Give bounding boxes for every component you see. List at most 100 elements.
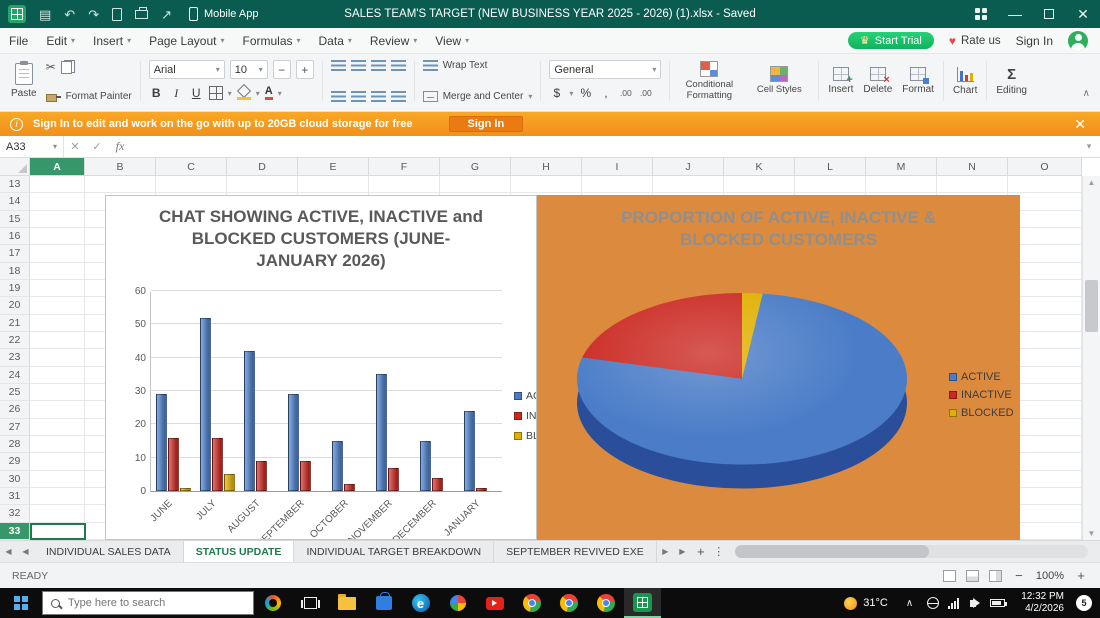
decrease-decimal-button[interactable]: .00 (638, 84, 653, 102)
confirm-entry-icon[interactable]: ✓ (86, 140, 108, 153)
maximize-button[interactable] (1032, 0, 1066, 28)
horizontal-scrollbar[interactable] (735, 545, 1088, 558)
row-header-25[interactable]: 25 (0, 384, 29, 401)
page-layout-view-icon[interactable] (966, 570, 979, 582)
row-header-22[interactable]: 22 (0, 332, 29, 349)
bar-active-january[interactable] (464, 411, 475, 491)
column-header-M[interactable]: M (866, 158, 937, 175)
row-header-24[interactable]: 24 (0, 367, 29, 384)
delete-cells-button[interactable]: Delete (858, 59, 897, 103)
row-header-23[interactable]: 23 (0, 349, 29, 366)
tab-individual-target-breakdown[interactable]: INDIVIDUAL TARGET BREAKDOWN (294, 541, 494, 562)
minimize-button[interactable]: — (998, 0, 1032, 28)
signal-icon[interactable] (948, 598, 961, 609)
row-header-20[interactable]: 20 (0, 297, 29, 314)
cell-styles-button[interactable]: Cell Styles (744, 59, 814, 103)
menu-view[interactable]: View▾ (426, 28, 478, 53)
chrome-icon-2[interactable] (550, 588, 587, 618)
row-header-31[interactable]: 31 (0, 488, 29, 505)
name-box[interactable]: A33▾ (0, 136, 64, 157)
align-top-icon[interactable] (331, 60, 346, 71)
select-all-corner[interactable] (0, 158, 30, 175)
banner-close-icon[interactable]: ✕ (1070, 116, 1090, 133)
redo-icon[interactable]: ↷ (88, 8, 99, 21)
horizontal-scrollbar-thumb[interactable] (735, 545, 929, 558)
prev-sheet-icon[interactable]: ◀ (17, 541, 34, 562)
bar-active-september[interactable] (288, 394, 299, 491)
column-header-A[interactable]: A (30, 158, 85, 175)
row-header-30[interactable]: 30 (0, 471, 29, 488)
merge-center-button[interactable]: Merge and Center ▾ (423, 91, 533, 102)
rate-us-button[interactable]: ♥ Rate us (949, 34, 1001, 48)
bar-inactive-july[interactable] (212, 438, 223, 491)
workspace-icon[interactable] (964, 0, 998, 28)
align-right-icon[interactable] (371, 91, 386, 102)
column-header-F[interactable]: F (369, 158, 440, 175)
next-sheet-icon[interactable]: ▶ (657, 541, 674, 562)
bar-inactive-january[interactable] (476, 488, 487, 491)
start-button[interactable] (0, 588, 42, 618)
column-header-D[interactable]: D (227, 158, 298, 175)
column-header-I[interactable]: I (582, 158, 653, 175)
bar-active-july[interactable] (200, 318, 211, 491)
start-trial-button[interactable]: ♛ Start Trial (848, 32, 934, 49)
underline-button[interactable]: U (189, 84, 204, 102)
indent-icon[interactable] (391, 91, 406, 102)
scroll-down-icon[interactable]: ▼ (1083, 529, 1100, 538)
bar-blocked-july[interactable] (224, 474, 235, 491)
share-icon[interactable]: ↗ (161, 8, 172, 21)
tab-september-revived-exe[interactable]: SEPTEMBER REVIVED EXE (494, 541, 657, 562)
column-header-N[interactable]: N (937, 158, 1008, 175)
increase-font-button[interactable]: + (296, 60, 314, 79)
row-header-17[interactable]: 17 (0, 245, 29, 262)
zoom-in-icon[interactable]: + (1074, 568, 1088, 583)
row-header-32[interactable]: 32 (0, 505, 29, 522)
sign-in-link[interactable]: Sign In (1016, 34, 1053, 48)
format-cells-button[interactable]: Format (897, 59, 939, 103)
chart-button[interactable]: Chart (948, 59, 982, 103)
scroll-up-icon[interactable]: ▲ (1083, 178, 1100, 187)
menu-review[interactable]: Review▾ (361, 28, 426, 53)
tray-expand-icon[interactable]: ∧ (898, 598, 921, 609)
column-header-B[interactable]: B (85, 158, 156, 175)
row-header-16[interactable]: 16 (0, 228, 29, 245)
page-break-view-icon[interactable] (989, 570, 1002, 582)
row-header-27[interactable]: 27 (0, 419, 29, 436)
print-icon[interactable] (135, 10, 148, 19)
bar-inactive-december[interactable] (432, 478, 443, 491)
bar-active-october[interactable] (332, 441, 343, 491)
copy-icon[interactable] (61, 60, 75, 74)
bold-button[interactable]: B (149, 84, 164, 102)
photos-icon[interactable] (439, 588, 476, 618)
bar-blocked-june[interactable] (180, 488, 191, 491)
comma-button[interactable]: , (598, 84, 613, 102)
bar-inactive-august[interactable] (256, 461, 267, 491)
currency-button[interactable]: $ (549, 84, 564, 102)
cut-icon[interactable]: ✂ (46, 61, 56, 73)
row-header-15[interactable]: 15 (0, 211, 29, 228)
row-header-13[interactable]: 13 (0, 176, 29, 193)
menu-data[interactable]: Data▾ (310, 28, 361, 53)
font-size-select[interactable]: 10▾ (230, 60, 268, 79)
column-header-L[interactable]: L (795, 158, 866, 175)
borders-icon[interactable] (209, 86, 223, 100)
youtube-icon[interactable] (476, 588, 513, 618)
percent-button[interactable]: % (578, 84, 593, 102)
bar-inactive-june[interactable] (168, 438, 179, 491)
search-input[interactable] (68, 597, 230, 609)
task-view-icon[interactable] (292, 588, 328, 618)
format-painter-button[interactable]: Format Painter (46, 91, 132, 102)
tab-status-update[interactable]: STATUS UPDATE (184, 541, 295, 562)
menu-insert[interactable]: Insert▾ (84, 28, 140, 53)
spreadsheet-app-icon[interactable] (624, 588, 661, 618)
row-header-33[interactable]: 33 (0, 523, 29, 540)
bar-active-june[interactable] (156, 394, 167, 491)
row-header-29[interactable]: 29 (0, 453, 29, 470)
first-sheet-icon[interactable]: ◀ (0, 541, 17, 562)
align-middle-icon[interactable] (351, 60, 366, 71)
vertical-scrollbar-thumb[interactable] (1085, 280, 1098, 332)
formula-input[interactable] (132, 136, 1078, 157)
align-bottom-icon[interactable] (371, 60, 386, 71)
store-icon[interactable] (365, 588, 402, 618)
zoom-level[interactable]: 100% (1036, 570, 1064, 582)
